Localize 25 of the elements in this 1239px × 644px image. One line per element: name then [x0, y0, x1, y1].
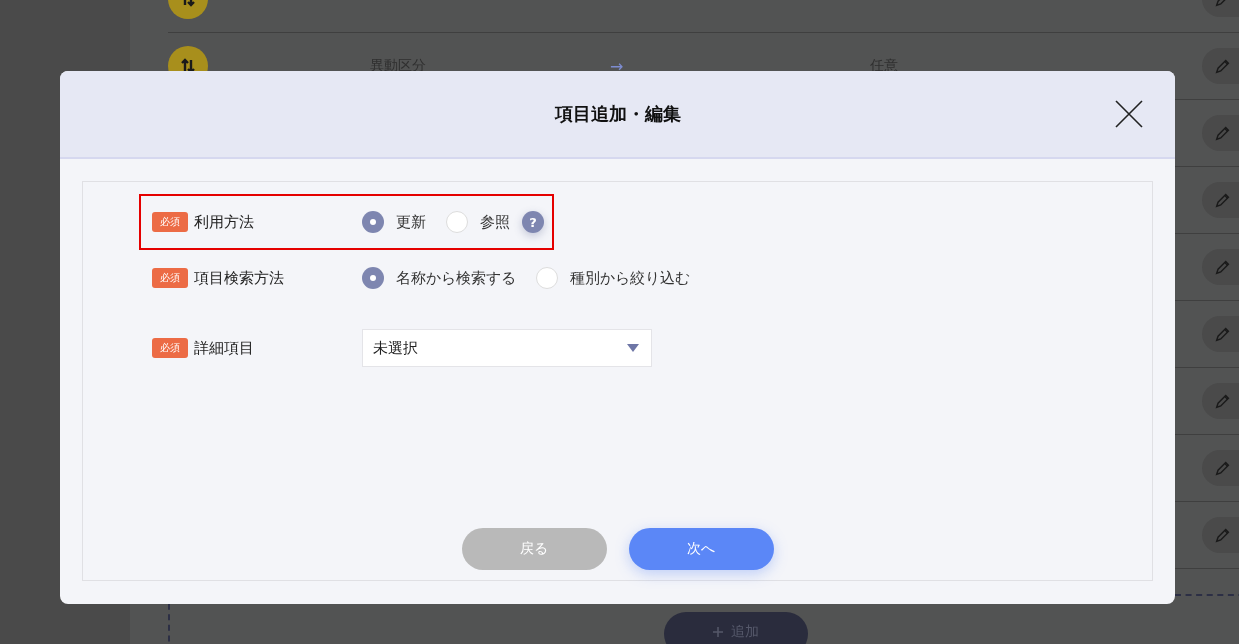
radio-option[interactable]: 参照 — [446, 211, 510, 233]
pencil-icon — [1214, 459, 1232, 477]
arrow-text: → — [610, 56, 625, 76]
field-label: 詳細項目 — [194, 338, 254, 358]
pencil-icon — [1214, 392, 1232, 410]
required-badge: 必須 — [152, 212, 188, 232]
plus-icon — [713, 627, 723, 637]
close-icon[interactable] — [1115, 100, 1143, 128]
help-button[interactable]: ? — [522, 211, 544, 233]
radio-option[interactable]: 名称から検索する — [362, 267, 516, 289]
select-field[interactable]: 未選択 — [362, 329, 652, 367]
caret-icon — [627, 344, 639, 352]
pencil-icon — [1214, 526, 1232, 544]
required-badge: 必須 — [152, 268, 188, 288]
field-label: 利用方法 — [194, 212, 254, 232]
pencil-icon — [1214, 325, 1232, 343]
pencil-icon — [1214, 191, 1232, 209]
radio-option[interactable]: 更新 — [362, 211, 426, 233]
pencil-icon — [1214, 57, 1232, 75]
required-badge: 必須 — [152, 338, 188, 358]
dialog-title: 項目追加・編集 — [554, 102, 681, 126]
pencil-icon — [1214, 124, 1232, 142]
field-label: 項目検索方法 — [194, 268, 284, 288]
radio-option[interactable]: 種別から絞り込む — [536, 267, 690, 289]
pencil-icon — [1214, 258, 1232, 276]
